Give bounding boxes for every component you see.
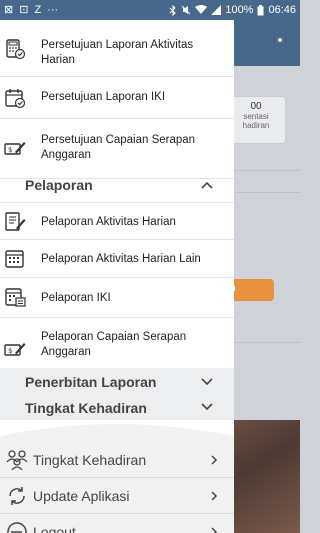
menu-item-label: Pelaporan IKI <box>41 292 111 304</box>
section-pelaporan[interactable]: Pelaporan <box>0 172 234 202</box>
refresh-icon <box>9 487 25 505</box>
signal-icon <box>211 5 222 15</box>
section-title-pelaporan: Pelaporan <box>25 177 93 193</box>
footer-item-label: Tingkat Kehadiran <box>33 451 147 468</box>
menu-item-pelaporan-aktivitas-harian-lain[interactable]: Pelaporan Aktivitas Harian Lain <box>0 240 234 278</box>
status-left: ⊠ ⊡ Z ··· <box>4 3 59 16</box>
background-divider-1 <box>226 170 300 171</box>
background-divider-2 <box>226 192 300 193</box>
menu-item-label: Persetujuan Laporan IKI <box>41 91 166 103</box>
notification-icon-3: Z <box>34 3 42 16</box>
bluetooth-icon <box>169 4 177 16</box>
section-penerbitan-laporan[interactable]: Penerbitan Laporan <box>0 368 234 394</box>
document-pen-icon <box>5 212 26 231</box>
clock-time: 06:46 <box>268 4 296 16</box>
background-attendance-card: 00 sentasi hadiran <box>226 96 286 144</box>
footer-item-label: Logout <box>33 524 76 533</box>
drawer-footer: Tingkat Kehadiran Update Aplikasi Logout <box>0 418 234 533</box>
background-photo <box>226 420 300 533</box>
money-pen-icon: $ <box>4 343 26 356</box>
background-card-number: 00 <box>250 101 262 112</box>
battery-icon <box>257 4 264 15</box>
footer-item-logout[interactable]: Logout <box>0 514 234 533</box>
people-icon <box>6 450 28 471</box>
status-right: 100% 06:46 <box>169 4 296 16</box>
menu-item-label: Pelaporan Aktivitas Harian Lain <box>41 253 201 265</box>
calculator-check-icon <box>6 39 26 60</box>
menu-item-label: Pelaporan Capaian Serapan Anggaran <box>41 331 187 358</box>
battery-percent: 100% <box>225 4 254 16</box>
money-pen-icon: $ <box>4 142 26 155</box>
wifi-icon <box>195 5 208 14</box>
background-menu-dot <box>278 38 282 42</box>
chevron-right-icon <box>211 454 218 465</box>
svg-text:$: $ <box>8 146 12 154</box>
background-card-line2: hadiran <box>242 121 270 130</box>
navigation-drawer: Persetujuan Laporan Aktivitas Harian Per… <box>0 20 234 533</box>
chevron-down-icon <box>201 378 213 386</box>
menu-item-label: Persetujuan Capaian Serapan Anggaran <box>41 134 196 161</box>
chevron-right-icon <box>211 490 218 501</box>
menu-item-label: Pelaporan Aktivitas Harian <box>41 216 176 228</box>
logout-icon <box>7 522 27 533</box>
calendar-list-icon <box>5 288 26 307</box>
svg-text:$: $ <box>8 347 12 355</box>
background-card-line1: sentasi <box>243 112 269 121</box>
menu-item-persetujuan-capaian-serapan[interactable]: $ Persetujuan Capaian Serapan Anggaran <box>0 119 234 179</box>
status-bar: ⊠ ⊡ Z ··· 100% 06:46 <box>0 0 300 20</box>
menu-item-pelaporan-iki[interactable]: Pelaporan IKI <box>0 278 234 318</box>
chevron-down-icon <box>201 403 213 411</box>
menu-item-persetujuan-iki[interactable]: Persetujuan Laporan IKI <box>0 77 234 119</box>
calendar-check-icon <box>5 89 26 109</box>
chevron-up-icon <box>201 181 213 189</box>
section-tingkat-kehadiran[interactable]: Tingkat Kehadiran <box>0 394 234 420</box>
menu-item-persetujuan-aktivitas-harian[interactable]: Persetujuan Laporan Aktivitas Harian <box>0 20 234 77</box>
background-divider-3 <box>226 342 300 343</box>
footer-item-label: Update Aplikasi <box>33 487 130 504</box>
chevron-right-icon <box>211 527 218 533</box>
section-title-penerbitan: Penerbitan Laporan <box>25 374 157 390</box>
menu-item-pelaporan-aktivitas-harian[interactable]: Pelaporan Aktivitas Harian <box>0 202 234 240</box>
calendar-grid-icon <box>5 250 24 268</box>
section-title-tingkat-kehadiran: Tingkat Kehadiran <box>25 400 147 416</box>
more-notifications-icon: ··· <box>47 3 59 16</box>
footer-item-tingkat-kehadiran[interactable]: Tingkat Kehadiran <box>0 442 234 478</box>
notification-icon-2: ⊡ <box>19 3 29 16</box>
notification-icon-1: ⊠ <box>4 3 14 16</box>
mute-icon <box>181 5 191 15</box>
footer-item-update-aplikasi[interactable]: Update Aplikasi <box>0 478 234 514</box>
menu-item-label: Persetujuan Laporan Aktivitas Harian <box>41 39 194 66</box>
